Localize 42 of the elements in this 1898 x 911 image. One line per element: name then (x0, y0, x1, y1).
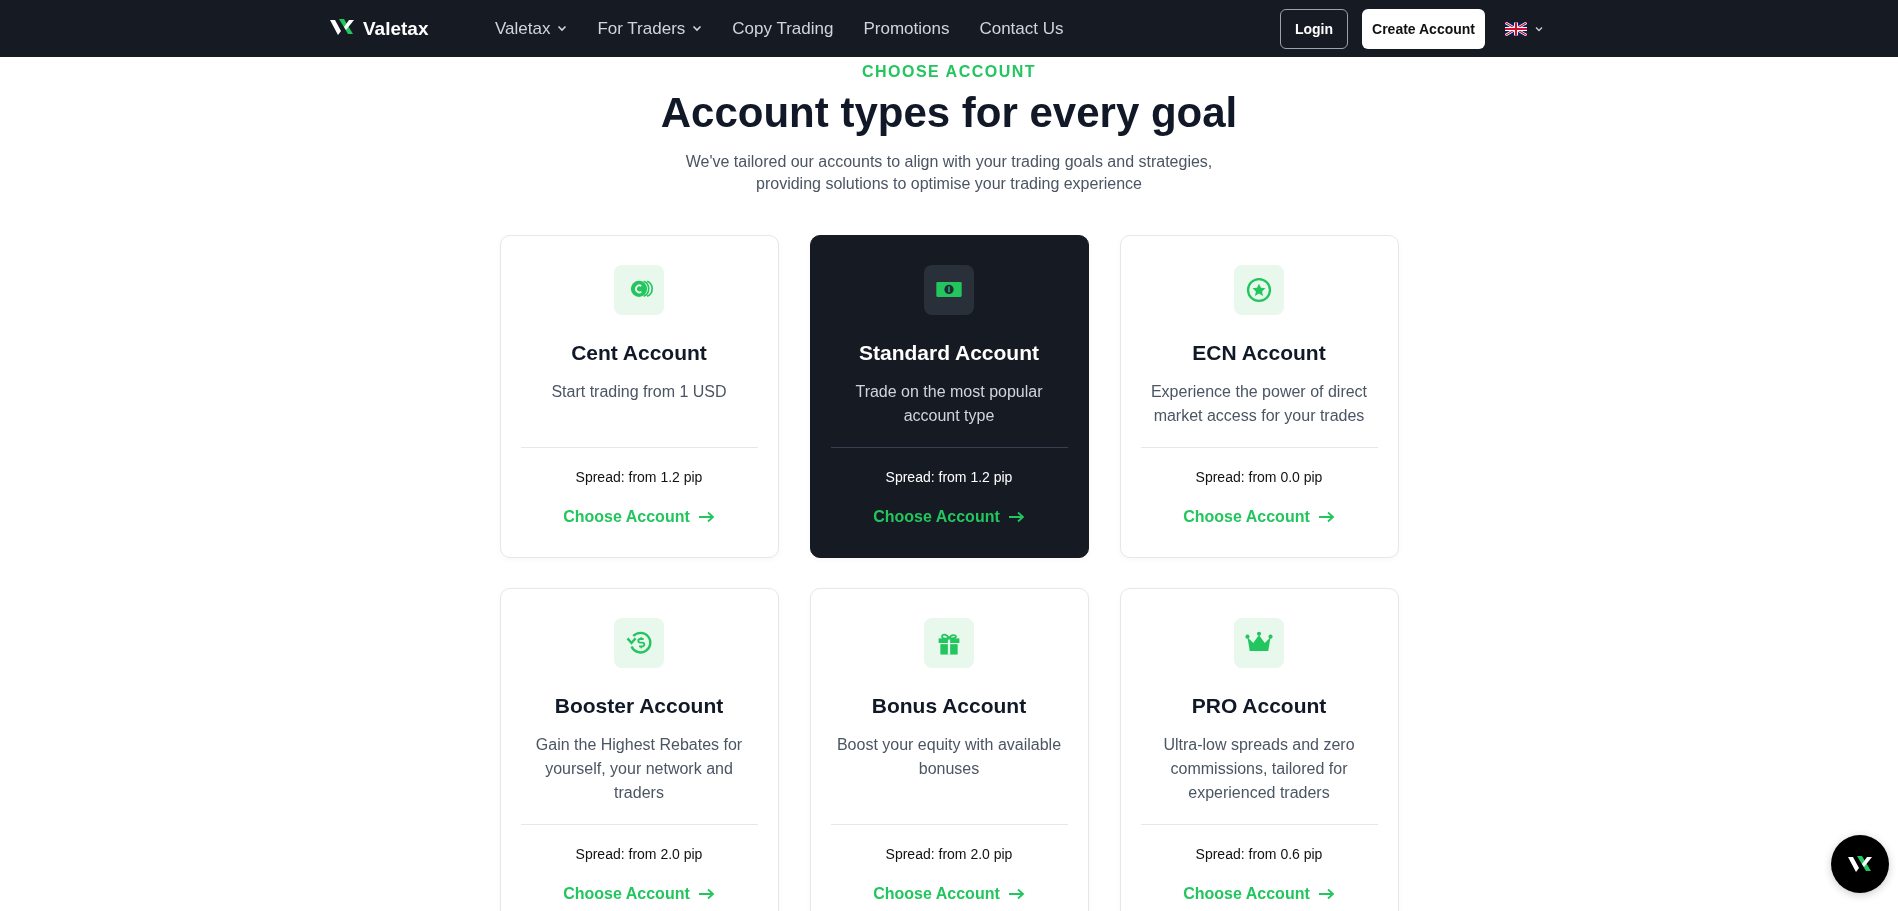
card-title: Cent Account (571, 341, 707, 365)
card-title: Booster Account (554, 694, 724, 718)
card-description: Trade on the most popular account type (854, 382, 1044, 426)
choose-account-link[interactable]: Choose Account (873, 508, 1025, 526)
nav-link[interactable]: Copy Trading (732, 18, 834, 39)
spread-text: Spread: from 1.2 pip (575, 469, 703, 485)
create-account-button[interactable]: Create Account (1362, 8, 1485, 49)
card-title: PRO Account (1191, 694, 1327, 718)
chat-button[interactable] (1831, 835, 1889, 893)
spread-text: Spread: from 2.0 pip (575, 846, 703, 862)
brand-name[interactable]: Valetax (363, 17, 429, 40)
card-description: Boost your equity with available bonuses (835, 735, 1063, 779)
spread-text: Spread: from 0.6 pip (1195, 846, 1323, 862)
card-description: Ultra-low spreads and zero commissions, tailored for experienced traders (1162, 735, 1356, 803)
card-title: Standard Account (858, 341, 1040, 365)
card-title: ECN Account (1192, 341, 1326, 365)
login-button[interactable]: Login (1279, 8, 1349, 49)
logo-icon (1847, 854, 1873, 874)
nav-link[interactable]: Promotions (863, 18, 950, 39)
nav-link[interactable]: For Traders (597, 18, 703, 39)
arrow-icon (1317, 511, 1335, 523)
arrow-icon (1317, 888, 1335, 900)
caret-icon (557, 25, 568, 32)
section-title: Account types for every goal (660, 89, 1238, 137)
card-description: Start trading from 1 USD (550, 382, 728, 402)
arrow-icon (1007, 888, 1025, 900)
spread-text: Spread: from 2.0 pip (885, 846, 1013, 862)
section-subtitle: We've tailored our accounts to align with your trading goals and strategies, providing solutions to optimise your trading experience (684, 152, 1214, 194)
nav-link[interactable]: Contact Us (979, 18, 1064, 39)
card-description: Gain the Highest Rebates for yourself, your network and traders (534, 735, 744, 803)
caret-icon (1535, 25, 1543, 32)
arrow-icon (1007, 511, 1025, 523)
card-title: Bonus Account (871, 694, 1027, 718)
nav-link[interactable]: Valetax (495, 18, 568, 39)
logo-icon[interactable] (329, 16, 355, 37)
arrow-icon (697, 888, 715, 900)
spread-text: Spread: from 1.2 pip (885, 469, 1013, 485)
caret-icon (692, 25, 703, 32)
card-description: Experience the power of direct market access for your trades (1149, 382, 1369, 426)
arrow-icon (697, 511, 715, 523)
section-eyebrow: CHOOSE ACCOUNT (861, 63, 1037, 81)
spread-text: Spread: from 0.0 pip (1195, 469, 1323, 485)
